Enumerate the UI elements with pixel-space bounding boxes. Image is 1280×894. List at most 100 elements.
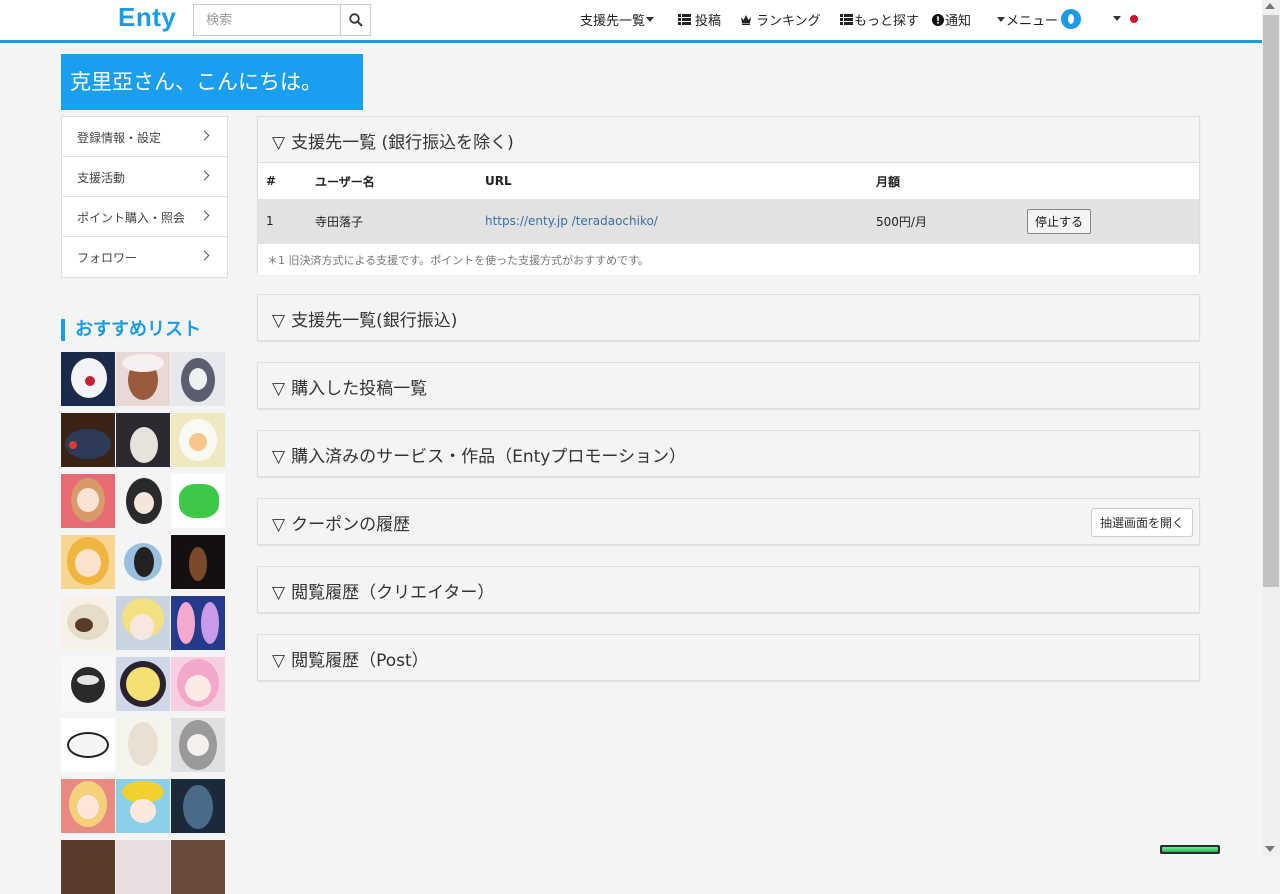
creator-url-link[interactable]: https://enty.jp /teradaochiko/	[485, 214, 658, 228]
nav-support-list-label: 支援先一覧	[580, 14, 646, 29]
collapse-triangle-icon: ▽	[272, 651, 286, 671]
recommend-thumbnail[interactable]	[116, 840, 170, 894]
scrollbar-thumb[interactable]	[1263, 15, 1279, 587]
collapse-triangle-icon: ▽	[272, 447, 286, 467]
recommend-thumbnail[interactable]	[171, 596, 225, 650]
recommend-thumbnail[interactable]	[171, 413, 225, 467]
battery-indicator-icon	[1160, 845, 1220, 854]
user-avatar-icon[interactable]	[1061, 9, 1081, 29]
recommend-thumbnail[interactable]	[116, 535, 170, 589]
collapse-triangle-icon: ▽	[272, 379, 286, 399]
panel-header[interactable]: ▽ クーポンの履歴	[258, 499, 1199, 544]
nav-menu[interactable]: メニュー	[996, 10, 1058, 29]
open-lottery-button[interactable]: 抽選画面を開く	[1091, 508, 1193, 537]
sidebar-item-points[interactable]: ポイント購入・照会	[62, 197, 227, 237]
search-button[interactable]	[340, 5, 370, 35]
list-icon	[840, 14, 853, 25]
panel-purchased-services: ▽ 購入済みのサービス・作品（Entyプロモーション）	[257, 430, 1200, 477]
stop-support-button[interactable]: 停止する	[1027, 208, 1092, 234]
column-header: URL	[484, 162, 875, 199]
recommend-thumbnail[interactable]	[116, 413, 170, 467]
scroll-down-arrow-icon[interactable]	[1265, 846, 1275, 852]
chevron-right-icon	[199, 250, 210, 261]
top-navbar: Enty 支援先一覧 投稿 ランキング もっと探す	[0, 0, 1262, 43]
panel-coupon-history: ▽ クーポンの履歴 抽選画面を開く	[257, 498, 1200, 545]
recommend-thumbnail[interactable]	[171, 840, 225, 894]
panel-header[interactable]: ▽ 支援先一覧 (銀行振込を除く)	[258, 117, 1199, 162]
info-icon	[932, 13, 944, 26]
recommend-thumbnail[interactable]	[61, 718, 115, 772]
recommend-thumbnail[interactable]	[116, 657, 170, 711]
sidebar-item-label: 登録情報・設定	[77, 131, 162, 145]
recommend-thumbnail[interactable]	[171, 718, 225, 772]
japan-flag-icon	[1130, 15, 1138, 23]
sidebar-item-label: フォロワー	[77, 251, 138, 265]
recommend-thumbnail[interactable]	[61, 352, 115, 406]
nav-more[interactable]: もっと探す	[840, 10, 919, 29]
recommend-thumbnail[interactable]	[116, 474, 170, 528]
panel-title: 閲覧履歴（クリエイター）	[291, 583, 495, 603]
crown-icon	[740, 14, 752, 25]
recommend-thumbnail[interactable]	[116, 779, 170, 833]
panel-support-list-excluding-bank: ▽ 支援先一覧 (銀行振込を除く) # ユーザー名 URL 月額 1 寺田落子 h…	[257, 116, 1200, 275]
recommend-thumbnail[interactable]	[61, 535, 115, 589]
recommend-list-title: おすすめリスト	[61, 319, 201, 341]
nav-more-label: もっと探す	[854, 14, 920, 29]
nav-support-list[interactable]: 支援先一覧	[580, 10, 655, 29]
panel-title: クーポンの履歴	[291, 515, 411, 535]
site-logo[interactable]: Enty	[118, 2, 176, 33]
language-dropdown[interactable]	[1112, 16, 1122, 21]
recommend-thumbnail[interactable]	[171, 474, 225, 528]
recommend-thumbnail[interactable]	[61, 657, 115, 711]
caret-down-icon	[997, 17, 1005, 22]
nav-ranking[interactable]: ランキング	[740, 10, 821, 29]
panel-header[interactable]: ▽ 閲覧履歴（クリエイター）	[258, 567, 1199, 612]
nav-notifications-label: 通知	[945, 14, 972, 29]
sidebar-item-followers[interactable]: フォロワー	[62, 237, 227, 277]
recommend-thumbnail[interactable]	[116, 352, 170, 406]
sidebar-item-support-activity[interactable]: 支援活動	[62, 157, 227, 197]
nav-notifications[interactable]: 通知	[932, 10, 971, 29]
collapse-triangle-icon: ▽	[272, 311, 286, 331]
recommend-thumbnail[interactable]	[61, 840, 115, 894]
recommend-thumbnail[interactable]	[61, 413, 115, 467]
chevron-right-icon	[199, 210, 210, 221]
recommend-thumbnail[interactable]	[61, 596, 115, 650]
chevron-right-icon	[199, 170, 210, 181]
sidebar-menu: 登録情報・設定 支援活動 ポイント購入・照会 フォロワー	[61, 116, 228, 278]
panel-purchased-posts: ▽ 購入した投稿一覧	[257, 362, 1200, 409]
caret-down-icon	[646, 17, 655, 22]
panel-header[interactable]: ▽ 閲覧履歴（Post）	[258, 635, 1199, 680]
recommend-thumbnail[interactable]	[171, 352, 225, 406]
collapse-triangle-icon: ▽	[272, 515, 286, 535]
recommend-thumbnail[interactable]	[61, 779, 115, 833]
recommend-thumbnail[interactable]	[116, 596, 170, 650]
sidebar-item-label: ポイント購入・照会	[77, 211, 186, 225]
greeting-banner: 克里亞さん、こんにちは。	[61, 54, 363, 110]
row-number: 1	[258, 199, 314, 243]
nav-menu-label: メニュー	[1006, 14, 1059, 29]
nav-ranking-label: ランキング	[756, 14, 821, 29]
row-amount: 500円/月	[875, 199, 1026, 243]
list-icon	[678, 14, 691, 25]
panel-header[interactable]: ▽ 購入した投稿一覧	[258, 363, 1199, 408]
search-input[interactable]	[194, 5, 340, 35]
panel-title: 購入した投稿一覧	[291, 379, 428, 399]
panel-header[interactable]: ▽ 支援先一覧(銀行振込)	[258, 295, 1199, 340]
search-icon	[348, 13, 363, 27]
table-header-row: # ユーザー名 URL 月額	[258, 162, 1199, 199]
scroll-up-arrow-icon[interactable]	[1265, 3, 1275, 9]
chevron-right-icon	[199, 130, 210, 141]
recommend-thumbnail[interactable]	[171, 535, 225, 589]
recommend-thumbnail[interactable]	[171, 657, 225, 711]
sidebar-item-settings[interactable]: 登録情報・設定	[62, 117, 227, 157]
row-username: 寺田落子	[314, 199, 484, 243]
panel-title: 購入済みのサービス・作品（Entyプロモーション）	[291, 447, 686, 467]
column-header-action	[1026, 162, 1199, 199]
search-box	[193, 4, 371, 36]
panel-header[interactable]: ▽ 購入済みのサービス・作品（Entyプロモーション）	[258, 431, 1199, 476]
recommend-thumbnail[interactable]	[171, 779, 225, 833]
nav-post[interactable]: 投稿	[678, 10, 721, 29]
recommend-thumbnail[interactable]	[116, 718, 170, 772]
recommend-thumbnail[interactable]	[61, 474, 115, 528]
